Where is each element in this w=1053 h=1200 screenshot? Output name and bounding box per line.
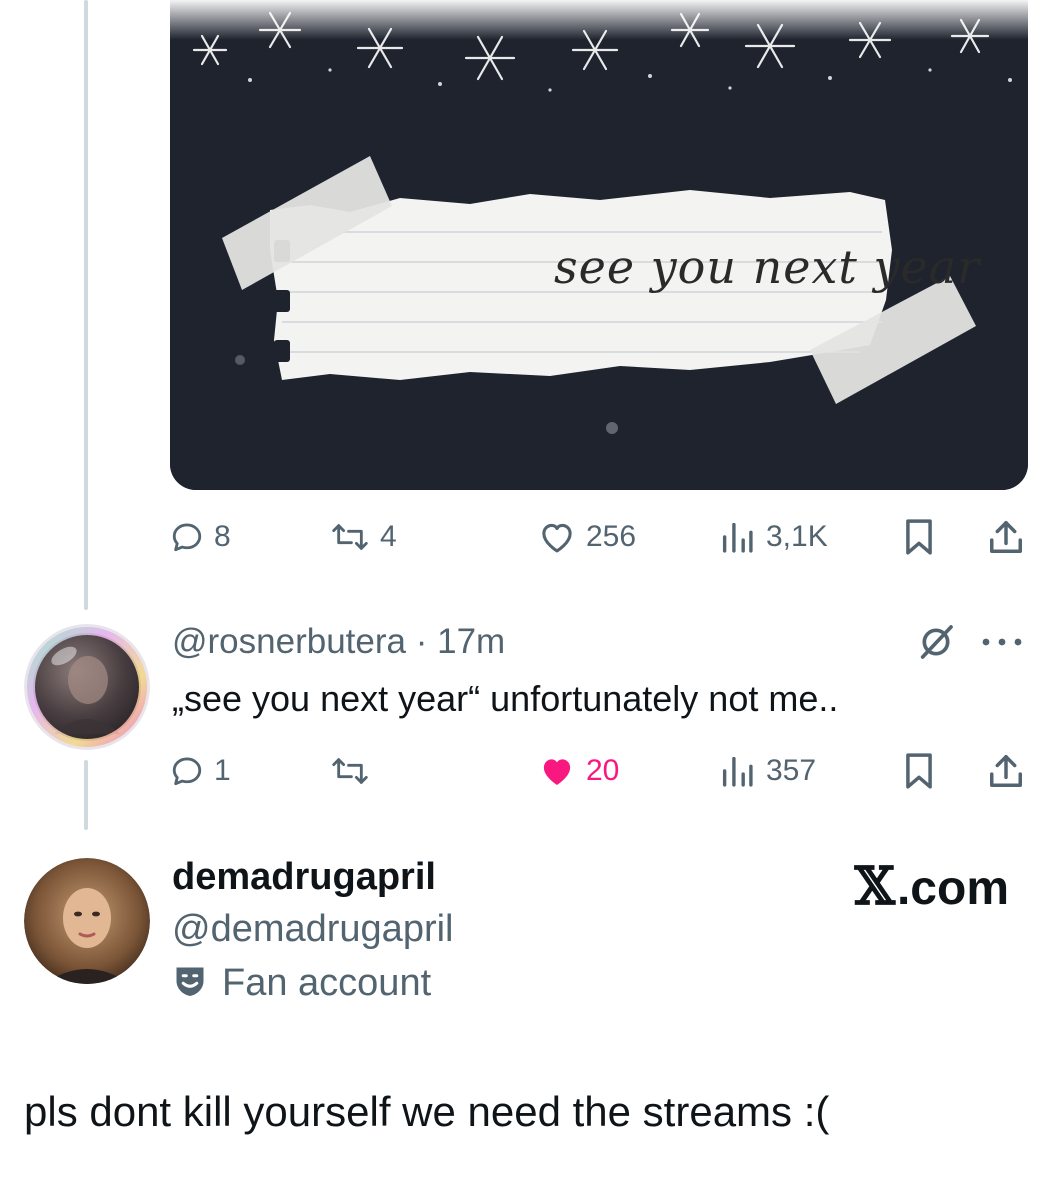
share-button[interactable] xyxy=(988,512,1024,562)
reply-icon xyxy=(170,754,204,788)
tweet-action-bar: 8 4 256 3,1K xyxy=(170,512,1030,562)
reply-bookmark-button[interactable] xyxy=(902,746,936,796)
meta-separator: · xyxy=(415,622,428,661)
like-count: 256 xyxy=(586,520,637,553)
reply-timestamp[interactable]: 17m xyxy=(437,622,505,661)
reply-views-button[interactable]: 357 xyxy=(718,746,816,796)
views-button[interactable]: 3,1K xyxy=(718,512,828,562)
share-icon xyxy=(988,752,1024,790)
reply-repost-button[interactable] xyxy=(330,746,380,796)
reply-views-count: 357 xyxy=(766,754,817,787)
reply-like-count: 20 xyxy=(586,754,620,787)
reply-reply-count: 1 xyxy=(214,754,231,787)
views-icon xyxy=(718,754,756,788)
views-count: 3,1K xyxy=(766,520,828,553)
x-domain: .com xyxy=(896,862,1009,915)
grok-button[interactable] xyxy=(912,624,960,664)
x-brand-watermark: 𝕏 .com xyxy=(855,856,1009,917)
x-logo: 𝕏 xyxy=(854,856,895,917)
profile-display-name[interactable]: demadrugapril xyxy=(172,856,436,899)
reply-action-bar: 1 20 357 xyxy=(170,746,1030,796)
reply-icon xyxy=(170,520,204,554)
heart-icon xyxy=(538,754,576,788)
fan-account-label: Fan account xyxy=(172,962,431,1005)
repost-count: 4 xyxy=(380,520,397,553)
repost-button[interactable]: 4 xyxy=(330,512,397,562)
repost-icon xyxy=(330,520,370,554)
heart-icon xyxy=(538,520,576,554)
reply-author-avatar[interactable] xyxy=(24,624,150,750)
bookmark-button[interactable] xyxy=(902,512,936,562)
fan-account-icon xyxy=(172,963,208,1004)
more-options-button[interactable] xyxy=(976,624,1028,664)
tweet-media-image[interactable]: see you next year xyxy=(170,0,1028,490)
reply-button[interactable]: 8 xyxy=(170,512,231,562)
fan-account-text: Fan account xyxy=(222,962,432,1004)
views-icon xyxy=(718,520,756,554)
thread-line-bottom xyxy=(84,760,88,830)
like-button[interactable]: 256 xyxy=(538,512,636,562)
repost-icon xyxy=(330,754,370,788)
share-icon xyxy=(988,518,1024,556)
media-note-text: see you next year xyxy=(554,240,981,294)
thread-line-top xyxy=(84,0,88,610)
reply-text: „see you next year“ unfortunately not me… xyxy=(172,678,839,719)
bookmark-icon xyxy=(902,518,936,556)
reply-author-handle[interactable]: @rosnerbutera xyxy=(172,622,406,661)
grok-icon xyxy=(916,622,956,667)
reply-reply-button[interactable]: 1 xyxy=(170,746,231,796)
profile-handle[interactable]: @demadrugapril xyxy=(172,908,454,951)
reply-count: 8 xyxy=(214,520,231,553)
reply-meta: @rosnerbutera · 17m xyxy=(172,622,505,662)
bookmark-icon xyxy=(902,752,936,790)
reply-share-button[interactable] xyxy=(988,746,1024,796)
reply-like-button[interactable]: 20 xyxy=(538,746,619,796)
more-icon xyxy=(979,635,1025,653)
profile-avatar[interactable] xyxy=(24,858,150,984)
post-text: pls dont kill yourself we need the strea… xyxy=(24,1088,830,1135)
